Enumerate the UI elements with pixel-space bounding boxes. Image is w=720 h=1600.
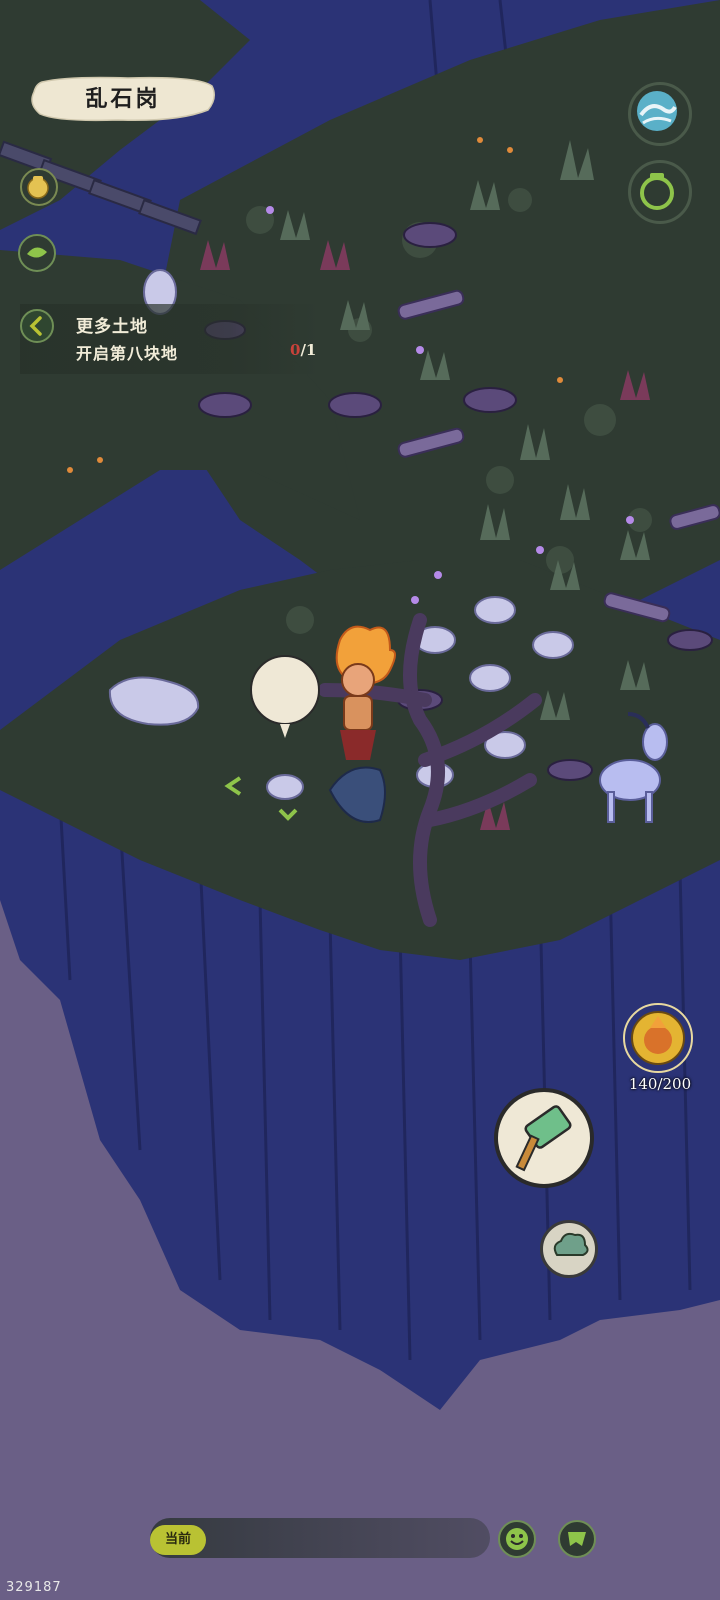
current-channel-label: 当前	[164, 1532, 191, 1547]
game-scene[interactable]	[0, 0, 720, 1600]
location-name: 乱石岗	[85, 86, 161, 112]
quest-collapse-button[interactable]	[20, 309, 54, 343]
emoji-button[interactable]	[498, 1520, 536, 1558]
current-channel-chip[interactable]: 当前	[150, 1525, 206, 1555]
energy-value: 140/200	[628, 1075, 692, 1093]
cloud-icon	[553, 1232, 589, 1256]
jar-button[interactable]	[628, 160, 692, 224]
fire-spirit-icon	[623, 1003, 693, 1073]
quest-progress-current: 0	[290, 341, 301, 359]
wave-icon	[637, 91, 677, 131]
chat-button[interactable]	[558, 1520, 596, 1558]
leaf-icon[interactable]	[18, 234, 56, 272]
cloud-button[interactable]	[540, 1220, 598, 1278]
build-id: 329187	[6, 1580, 62, 1595]
hammer-action-button[interactable]	[494, 1088, 594, 1188]
energy-orb[interactable]	[620, 1000, 696, 1076]
coin-pot-icon[interactable]	[20, 168, 58, 206]
jar-icon	[640, 173, 674, 210]
location-banner: 乱石岗	[28, 76, 218, 122]
wave-button[interactable]	[628, 82, 692, 146]
quest-progress-total: /1	[300, 341, 317, 359]
smile-icon	[506, 1528, 528, 1550]
chevron-left-icon	[29, 316, 42, 336]
quest-panel[interactable]: 更多土地 开启第八块地 0/1	[20, 304, 320, 374]
hammer-icon	[515, 1105, 572, 1172]
quest-progress: 0/1	[290, 341, 316, 359]
quest-subtitle: 开启第八块地	[76, 344, 179, 363]
quest-title: 更多土地	[76, 317, 148, 337]
chat-icon	[568, 1532, 586, 1546]
